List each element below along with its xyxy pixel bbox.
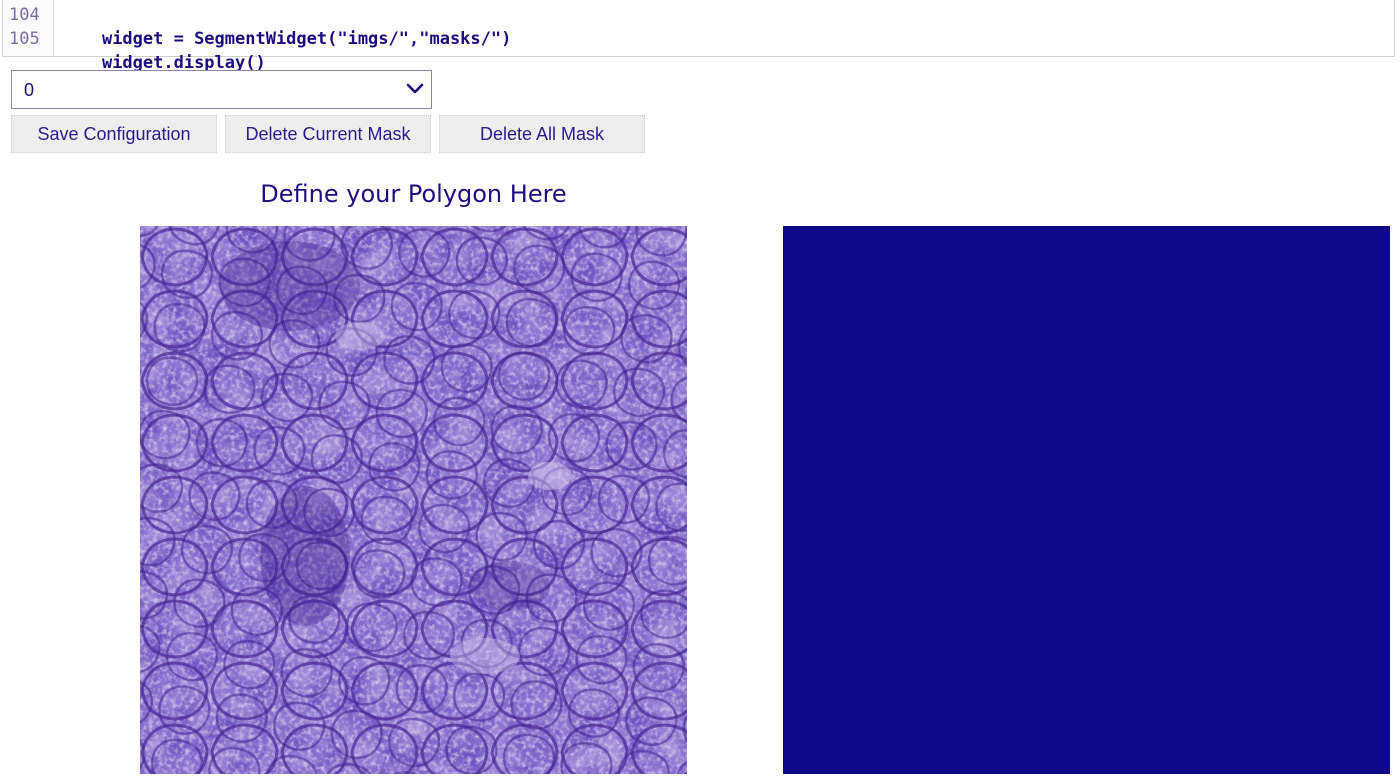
code-cell[interactable]: 104 widget = SegmentWidget("imgs/","mask…: [2, 0, 1395, 73]
mask-preview: [783, 226, 1390, 774]
line-number: 105: [9, 29, 40, 49]
dropdown-selected-value: 0: [24, 80, 35, 100]
delete-current-mask-button[interactable]: Delete Current Mask: [225, 115, 431, 153]
save-configuration-button[interactable]: Save Configuration: [11, 115, 217, 153]
code-line[interactable]: widget = SegmentWidget("imgs/","masks/"): [61, 3, 511, 49]
tissue-image: [140, 226, 687, 774]
canvas-title: Define your Polygon Here: [260, 180, 567, 208]
chevron-down-icon: [406, 83, 424, 94]
image-index-dropdown[interactable]: 0: [11, 70, 432, 109]
polygon-drawing-canvas[interactable]: [140, 226, 687, 774]
code-line[interactable]: widget.display(): [61, 27, 266, 73]
line-number: 104: [9, 5, 40, 25]
delete-all-mask-button[interactable]: Delete All Mask: [439, 115, 645, 153]
